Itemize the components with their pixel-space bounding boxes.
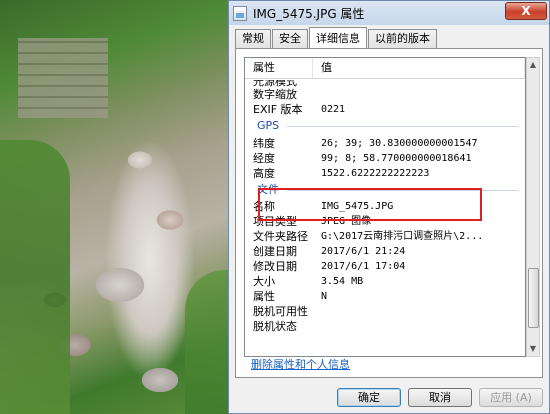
property-value: 2017/6/1 21:24 (321, 244, 525, 259)
ok-button[interactable]: 确定 (337, 388, 401, 407)
property-name: 纬度 (253, 136, 321, 151)
details-panel: 属性 值 光源模式 数字缩放 EXIF 版本 0221 GPS 纬度 (235, 48, 543, 378)
property-name: 高度 (253, 166, 321, 181)
property-value: 26; 39; 30.830000000001547 (321, 136, 525, 151)
group-header-gps: GPS (245, 117, 525, 135)
cancel-button[interactable]: 取消 (408, 388, 472, 407)
property-value: G:\2017云南排污口调查照片\2... (321, 229, 525, 244)
property-value (321, 304, 525, 319)
tab-security[interactable]: 安全 (272, 29, 308, 48)
property-value: JPEG 图像 (321, 214, 525, 229)
scroll-down-icon[interactable]: ▼ (527, 342, 539, 356)
remove-properties-link[interactable]: 删除属性和个人信息 (251, 356, 350, 372)
header-value[interactable]: 值 (313, 58, 525, 78)
apply-button[interactable]: 应用 (A) (479, 388, 543, 407)
list-item-altitude[interactable]: 高度 1522.6222222222223 (245, 166, 525, 181)
list-item[interactable]: 脱机可用性 (245, 304, 525, 319)
property-value: IMG_5475.JPG (321, 199, 525, 214)
property-value (321, 319, 525, 334)
list-rows: 光源模式 数字缩放 EXIF 版本 0221 GPS 纬度 26; 39; 30… (245, 80, 525, 334)
list-item[interactable]: 光源模式 (245, 80, 525, 87)
title-bar[interactable]: IMG_5475.JPG 属性 X (229, 1, 549, 25)
tab-bar: 常规 安全 详细信息 以前的版本 (235, 29, 438, 49)
property-name: 文件夹路径 (253, 229, 321, 244)
list-item[interactable]: EXIF 版本 0221 (245, 102, 525, 117)
list-item[interactable]: 名称 IMG_5475.JPG (245, 199, 525, 214)
list-item[interactable]: 数字缩放 (245, 87, 525, 102)
property-value: N (321, 289, 525, 304)
property-name: 光源模式 (253, 80, 321, 87)
group-header-file: 文件 (245, 181, 525, 199)
property-name: 脱机可用性 (253, 304, 321, 319)
header-property[interactable]: 属性 (245, 58, 313, 78)
background-photo (0, 0, 233, 414)
list-item[interactable]: 大小 3.54 MB (245, 274, 525, 289)
grass-left (0, 140, 70, 414)
scroll-up-icon[interactable]: ▲ (527, 58, 539, 72)
property-name: 项目类型 (253, 214, 321, 229)
tab-previous-versions[interactable]: 以前的版本 (368, 29, 437, 48)
property-name: 修改日期 (253, 259, 321, 274)
property-name: 属性 (253, 289, 321, 304)
list-item[interactable]: 创建日期 2017/6/1 21:24 (245, 244, 525, 259)
property-name: 名称 (253, 199, 321, 214)
list-item[interactable]: 修改日期 2017/6/1 17:04 (245, 259, 525, 274)
property-value: 1522.6222222222223 (321, 166, 525, 181)
stone-wall (18, 38, 108, 118)
property-name: 数字缩放 (253, 87, 321, 102)
list-item[interactable]: 项目类型 JPEG 图像 (245, 214, 525, 229)
image-file-icon (233, 6, 247, 21)
list-item-latitude[interactable]: 纬度 26; 39; 30.830000000001547 (245, 136, 525, 151)
property-value: 99; 8; 58.770000000018641 (321, 151, 525, 166)
list-item-longitude[interactable]: 经度 99; 8; 58.770000000018641 (245, 151, 525, 166)
list-item[interactable]: 脱机状态 (245, 319, 525, 334)
tab-details[interactable]: 详细信息 (309, 27, 367, 48)
properties-dialog: IMG_5475.JPG 属性 X 常规 安全 详细信息 以前的版本 属性 值 … (228, 0, 550, 414)
dialog-buttons: 确定 取消 应用 (A) (337, 388, 543, 407)
tab-general[interactable]: 常规 (235, 29, 271, 48)
list-item[interactable]: 属性 N (245, 289, 525, 304)
grass-right (185, 270, 233, 414)
property-list[interactable]: 属性 值 光源模式 数字缩放 EXIF 版本 0221 GPS 纬度 (244, 57, 526, 357)
property-value: 0221 (321, 102, 525, 117)
property-name: EXIF 版本 (253, 102, 321, 117)
property-name: 大小 (253, 274, 321, 289)
property-name: 创建日期 (253, 244, 321, 259)
property-value (321, 87, 525, 102)
close-button[interactable]: X (505, 2, 547, 20)
list-item[interactable]: 文件夹路径 G:\2017云南排污口调查照片\2... (245, 229, 525, 244)
property-value: 3.54 MB (321, 274, 525, 289)
vertical-scrollbar[interactable]: ▲ ▼ (526, 57, 540, 357)
property-name: 经度 (253, 151, 321, 166)
property-value: 2017/6/1 17:04 (321, 259, 525, 274)
window-title: IMG_5475.JPG 属性 (253, 5, 364, 22)
list-header: 属性 值 (245, 58, 525, 79)
property-value (321, 80, 525, 87)
property-name: 脱机状态 (253, 319, 321, 334)
scroll-thumb[interactable] (528, 268, 539, 328)
